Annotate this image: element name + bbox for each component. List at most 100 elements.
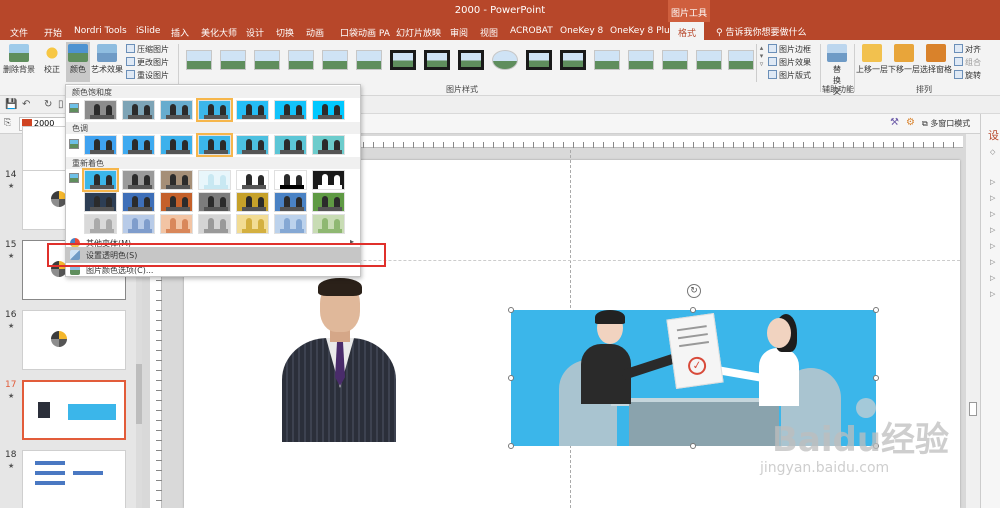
- tab-pocket-animation[interactable]: 口袋动画 PA: [340, 22, 390, 40]
- tools-icon[interactable]: ⚒: [890, 117, 899, 128]
- saturation-swatch-0[interactable]: [84, 100, 117, 120]
- chevron-right-icon[interactable]: ▷: [990, 274, 995, 282]
- recolor-swatch-5[interactable]: [274, 170, 307, 190]
- save-icon[interactable]: 💾: [5, 99, 17, 110]
- tone-swatch-5[interactable]: [274, 135, 307, 155]
- multi-window-button[interactable]: ⧉ 多窗口模式: [922, 118, 970, 129]
- picture-style-9[interactable]: [458, 50, 484, 70]
- tone-swatch-4[interactable]: [236, 135, 269, 155]
- bring-forward-button[interactable]: 上移一层: [856, 44, 888, 75]
- redo-icon[interactable]: ↻: [44, 99, 54, 110]
- rotate-handle-icon[interactable]: ↻: [687, 284, 701, 298]
- tone-swatch-2[interactable]: [160, 135, 193, 155]
- tab-slideshow[interactable]: 幻灯片放映: [396, 22, 441, 40]
- tab-home[interactable]: 开始: [44, 22, 62, 40]
- recolor-swatch-1[interactable]: [122, 170, 155, 190]
- tab-onekey8[interactable]: OneKey 8: [560, 22, 603, 40]
- picture-style-1[interactable]: [186, 50, 212, 70]
- picture-style-12[interactable]: [560, 50, 586, 70]
- resize-handle-top-right[interactable]: [873, 307, 879, 313]
- tab-review[interactable]: 审阅: [450, 22, 468, 40]
- slide-thumbnail-16[interactable]: [22, 310, 126, 370]
- recolor-swatch-15[interactable]: [122, 214, 155, 234]
- picture-style-11[interactable]: [526, 50, 552, 70]
- chevron-up-icon[interactable]: ▴: [757, 44, 766, 52]
- tone-swatch-6[interactable]: [312, 135, 345, 155]
- tone-swatch-3[interactable]: [196, 133, 233, 157]
- picture-style-14[interactable]: [628, 50, 654, 70]
- picture-style-3[interactable]: [254, 50, 280, 70]
- resize-handle-left[interactable]: [508, 375, 514, 381]
- expand-gallery-icon[interactable]: ▿: [757, 60, 766, 68]
- recolor-swatch-10[interactable]: [198, 192, 231, 212]
- recolor-swatch-20[interactable]: [312, 214, 345, 234]
- chevron-right-icon[interactable]: ▷: [990, 178, 995, 186]
- recolor-swatch-16[interactable]: [160, 214, 193, 234]
- send-backward-button[interactable]: 下移一层: [888, 44, 920, 75]
- picture-style-8[interactable]: [424, 50, 450, 70]
- color-button[interactable]: 颜色: [66, 42, 90, 82]
- picture-style-10[interactable]: [492, 50, 518, 70]
- gallery-scroll[interactable]: ▴ ▾ ▿: [756, 44, 766, 82]
- corrections-button[interactable]: 校正: [38, 44, 66, 75]
- picture-style-17[interactable]: [728, 50, 754, 70]
- recolor-swatch-17[interactable]: [198, 214, 231, 234]
- saturation-swatch-4[interactable]: [236, 100, 269, 120]
- rotate-button[interactable]: 旋转: [954, 70, 981, 81]
- saturation-swatch-2[interactable]: [160, 100, 193, 120]
- selection-pane-button[interactable]: 选择窗格: [920, 44, 952, 75]
- tab-nordri-tools[interactable]: Nordri Tools: [74, 22, 127, 40]
- chevron-right-icon[interactable]: ▷: [990, 210, 995, 218]
- recolor-swatch-9[interactable]: [160, 192, 193, 212]
- resize-handle-right[interactable]: [873, 375, 879, 381]
- compress-pictures-button[interactable]: 压缩图片: [126, 44, 169, 55]
- picture-style-5[interactable]: [322, 50, 348, 70]
- recolor-swatch-6[interactable]: [312, 170, 345, 190]
- picture-layout-button[interactable]: 图片版式: [768, 70, 811, 81]
- tab-meihua[interactable]: 美化大师: [201, 22, 237, 40]
- recolor-swatch-18[interactable]: [236, 214, 269, 234]
- reset-picture-button[interactable]: 重设图片: [126, 70, 169, 81]
- man-in-suit-photo[interactable]: [282, 278, 396, 442]
- picture-style-4[interactable]: [288, 50, 314, 70]
- recolor-swatch-19[interactable]: [274, 214, 307, 234]
- tab-format[interactable]: 格式: [670, 22, 705, 40]
- recolor-swatch-7[interactable]: [84, 192, 117, 212]
- recolor-swatch-14[interactable]: [84, 214, 117, 234]
- tell-me-box[interactable]: ⚲ 告诉我你想要做什么: [716, 25, 806, 38]
- recolor-swatch-12[interactable]: [274, 192, 307, 212]
- tone-swatch-0[interactable]: [84, 135, 117, 155]
- resize-handle-bottom[interactable]: [690, 443, 696, 449]
- chevron-right-icon[interactable]: ▷: [990, 242, 995, 250]
- recolor-swatch-0[interactable]: [82, 168, 119, 192]
- recolor-swatch-13[interactable]: [312, 192, 345, 212]
- slide-thumbnail-18[interactable]: [22, 450, 126, 508]
- picture-style-13[interactable]: [594, 50, 620, 70]
- picture-effects-button[interactable]: 图片效果: [768, 57, 811, 68]
- picture-style-2[interactable]: [220, 50, 246, 70]
- chevron-right-icon[interactable]: ▷: [990, 290, 995, 298]
- undo-icon[interactable]: ↶: [22, 99, 32, 110]
- tab-islide[interactable]: iSlide: [136, 22, 160, 40]
- picture-style-15[interactable]: [662, 50, 688, 70]
- resize-handle-bottom-left[interactable]: [508, 443, 514, 449]
- tab-animations[interactable]: 动画: [306, 22, 324, 40]
- tone-swatch-1[interactable]: [122, 135, 155, 155]
- group-button[interactable]: 组合: [954, 57, 981, 68]
- picture-style-16[interactable]: [696, 50, 722, 70]
- artistic-effects-button[interactable]: 艺术效果: [91, 44, 123, 75]
- change-picture-button[interactable]: 更改图片: [126, 57, 169, 68]
- resize-handle-top[interactable]: [690, 307, 696, 313]
- tab-view[interactable]: 视图: [480, 22, 498, 40]
- tab-design[interactable]: 设计: [246, 22, 264, 40]
- scrollbar-thumb[interactable]: [969, 402, 977, 416]
- tab-onekey8plus[interactable]: OneKey 8 Plus: [610, 22, 674, 40]
- chevron-right-icon[interactable]: ▷: [990, 258, 995, 266]
- saturation-swatch-5[interactable]: [274, 100, 307, 120]
- picture-style-7[interactable]: [390, 50, 416, 70]
- picture-border-button[interactable]: 图片边框: [768, 44, 811, 55]
- align-button[interactable]: 对齐: [954, 44, 981, 55]
- chevron-down-icon[interactable]: ▾: [757, 52, 766, 60]
- recolor-swatch-11[interactable]: [236, 192, 269, 212]
- chevron-right-icon[interactable]: ▷: [990, 226, 995, 234]
